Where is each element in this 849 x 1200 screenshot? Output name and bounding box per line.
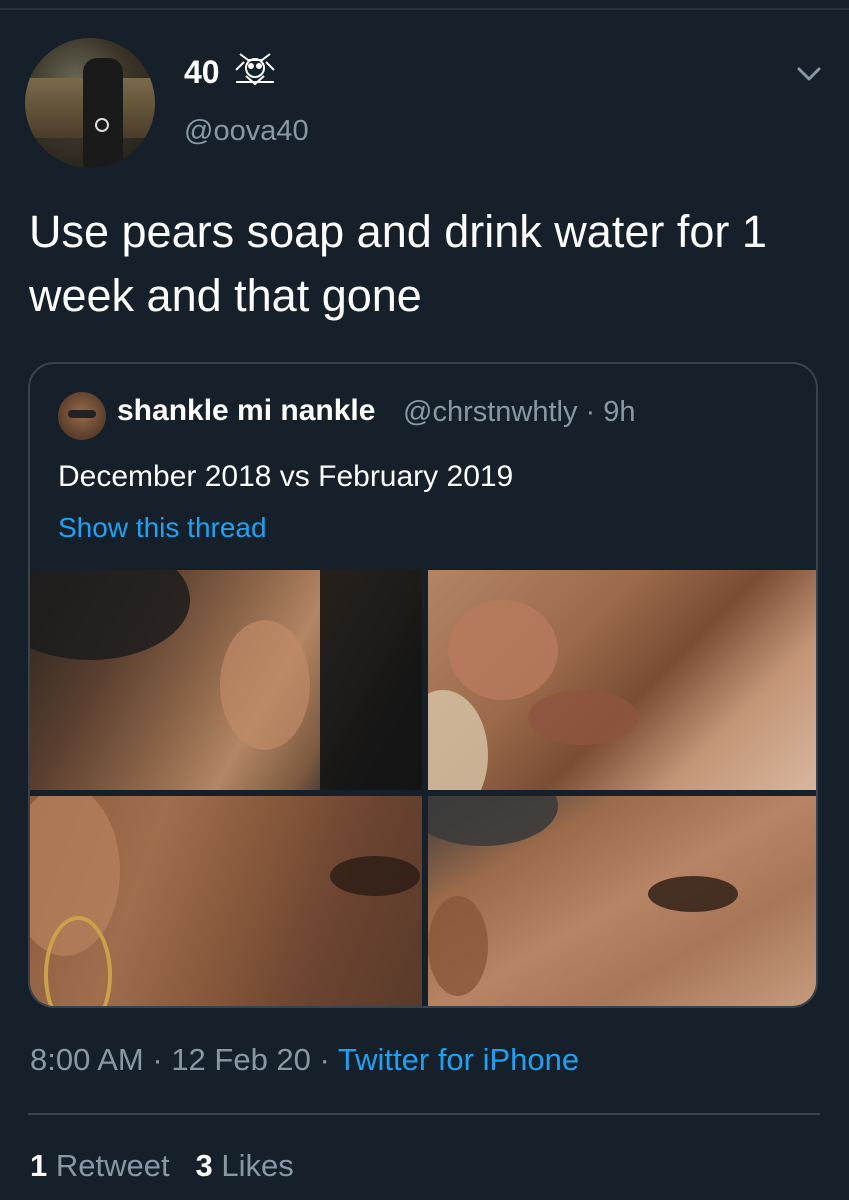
photo-2[interactable] [428, 570, 816, 790]
photo-4[interactable] [428, 796, 816, 1006]
photo-2-lips [528, 690, 638, 745]
stats-divider [28, 1113, 820, 1115]
retweets-label: Retweet [55, 1148, 170, 1183]
photo-1-dark [320, 570, 422, 790]
photo-1-ear [220, 620, 310, 750]
tweet-text: Use pears soap and drink water for 1 wee… [29, 206, 767, 321]
show-thread-link[interactable]: Show this thread [58, 512, 267, 544]
chevron-down-icon[interactable] [794, 62, 824, 86]
avatar-figure [83, 58, 123, 168]
likes-count: 3 [195, 1148, 213, 1183]
avatar-mark [95, 118, 109, 132]
likes-stat[interactable]: 3 Likes [195, 1148, 293, 1183]
photo-4-ear [428, 896, 488, 996]
tweet-meta: 8:00 AM · 12 Feb 20 · Twitter for iPhone [30, 1042, 579, 1078]
photo-3[interactable] [30, 796, 422, 1006]
photo-4-eye [648, 876, 738, 912]
retweets-count: 1 [30, 1148, 48, 1183]
meta-separator: · [143, 1042, 172, 1077]
author-avatar[interactable] [25, 38, 155, 168]
author-display-name[interactable]: 40 [184, 54, 220, 91]
photo-4-headwrap [428, 796, 558, 846]
quoted-author-avatar[interactable] [58, 392, 106, 440]
retweets-stat[interactable]: 1 Retweet [30, 1148, 170, 1183]
tweet-detail: 40 @oova40 Use pears soap and drink wate… [0, 0, 849, 1200]
top-divider [0, 8, 849, 10]
likes-label: Likes [221, 1148, 294, 1183]
quoted-author-handle[interactable]: @chrstnwhtly · 9h [403, 396, 636, 429]
tweet-stats: 1 Retweet 3 Likes [30, 1148, 294, 1184]
photo-2-bg [428, 690, 488, 790]
photo-2-nose [448, 600, 558, 700]
tweet-time: 8:00 AM [30, 1042, 144, 1077]
meta-separator: · [310, 1042, 338, 1077]
tweet-source-link[interactable]: Twitter for iPhone [338, 1042, 579, 1077]
avatar-sunglasses [68, 410, 96, 418]
owl-icon [235, 53, 275, 86]
photo-1-shadow [30, 570, 190, 660]
photo-3-eye [330, 856, 420, 896]
photo-1[interactable] [30, 570, 422, 790]
quoted-author-name[interactable]: shankle mi nankle [117, 394, 375, 428]
author-handle[interactable]: @oova40 [184, 115, 309, 148]
quoted-tweet-text: December 2018 vs February 2019 [58, 460, 514, 493]
quoted-tweet-card[interactable]: shankle mi nankle @chrstnwhtly · 9h Dece… [28, 362, 818, 1008]
tweet-date: 12 Feb 20 [171, 1042, 311, 1077]
